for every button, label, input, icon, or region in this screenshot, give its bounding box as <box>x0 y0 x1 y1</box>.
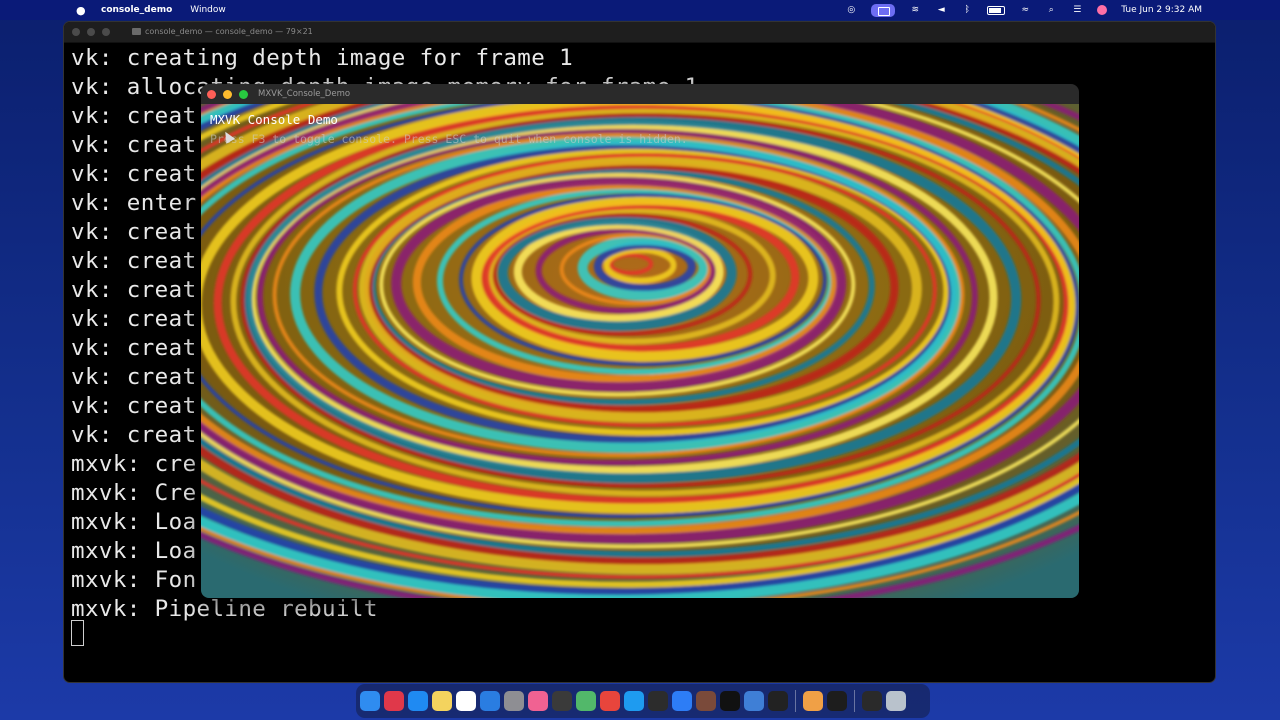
display-icon[interactable] <box>871 3 896 17</box>
chrome-icon[interactable] <box>600 691 620 711</box>
zoom-button[interactable] <box>102 28 110 36</box>
app-menu[interactable]: console_demo <box>101 5 172 15</box>
reminders-icon[interactable] <box>456 691 476 711</box>
xcode-icon[interactable] <box>672 691 692 711</box>
final-cut-icon[interactable] <box>648 691 668 711</box>
dock <box>356 684 930 718</box>
window-menu[interactable]: Window <box>190 5 226 15</box>
render-canvas[interactable] <box>201 104 1079 598</box>
demo-window-title: MXVK_Console_Demo <box>258 89 351 99</box>
bluetooth-icon[interactable]: ᛒ <box>961 5 973 15</box>
system-settings-icon[interactable] <box>504 691 524 711</box>
clock[interactable]: Tue Jun 2 9:32 AM <box>1121 5 1202 15</box>
control-center-icon[interactable]: ☰ <box>1071 5 1083 15</box>
apple-menu-icon[interactable]: ● <box>76 4 86 17</box>
activity-monitor-icon[interactable] <box>552 691 572 711</box>
screen-record-icon[interactable]: ◎ <box>845 5 857 15</box>
windows-app-icon[interactable] <box>480 691 500 711</box>
notes-icon[interactable] <box>432 691 452 711</box>
close-button[interactable] <box>72 28 80 36</box>
folder-icon <box>132 28 141 35</box>
steam-icon[interactable] <box>696 691 716 711</box>
terminal-cursor <box>71 620 84 646</box>
preview-icon[interactable] <box>803 691 823 711</box>
volume-icon[interactable]: ◄ <box>935 5 947 15</box>
minimize-button[interactable] <box>87 28 95 36</box>
terminal-title: console_demo — console_demo — 79×21 <box>132 22 313 42</box>
console-icon[interactable] <box>827 691 847 711</box>
stage-manager-icon[interactable]: ≋ <box>909 5 921 15</box>
terminal-title-text: console_demo — console_demo — 79×21 <box>145 27 313 36</box>
spotlight-icon[interactable]: ⌕ <box>1045 5 1057 15</box>
terminal-icon[interactable] <box>768 691 788 711</box>
x-app-icon[interactable] <box>720 691 740 711</box>
demo-window[interactable]: MXVK_Console_Demo MXVK Console Demo Pres… <box>201 84 1079 598</box>
photos-icon[interactable] <box>528 691 548 711</box>
trash-icon[interactable] <box>886 691 906 711</box>
terminal-line: vk: creating depth image for frame 1 <box>71 45 574 71</box>
ssd-utility-icon[interactable] <box>744 691 764 711</box>
demo-zoom-button[interactable] <box>239 89 248 99</box>
dock-separator <box>854 690 855 712</box>
finder-icon[interactable] <box>360 691 380 711</box>
launchpad-icon[interactable] <box>384 691 404 711</box>
wifi-icon[interactable]: ≈ <box>1019 5 1031 15</box>
battery-icon[interactable] <box>987 5 1006 15</box>
menu-bar: ● console_demo Window ◎ ≋ ◄ ᛒ ≈ ⌕ ☰ Tue … <box>0 0 1280 20</box>
safari-icon[interactable] <box>624 691 644 711</box>
overlay-title: MXVK Console Demo <box>210 112 338 127</box>
demo-minimize-button[interactable] <box>223 89 232 99</box>
downloads-icon[interactable] <box>862 691 882 711</box>
overlay-hint: Press F3 to toggle console. Press ESC to… <box>210 132 688 146</box>
app-store-icon[interactable] <box>408 691 428 711</box>
dock-separator <box>795 690 796 712</box>
terminal-titlebar[interactable]: console_demo — console_demo — 79×21 <box>64 22 1215 43</box>
siri-icon[interactable] <box>1097 5 1108 15</box>
demo-titlebar[interactable]: MXVK_Console_Demo <box>201 84 1079 104</box>
terminal-line: mxvk: Pipeline rebuilt <box>71 596 378 622</box>
demo-close-button[interactable] <box>207 89 216 99</box>
maps-icon[interactable] <box>576 691 596 711</box>
